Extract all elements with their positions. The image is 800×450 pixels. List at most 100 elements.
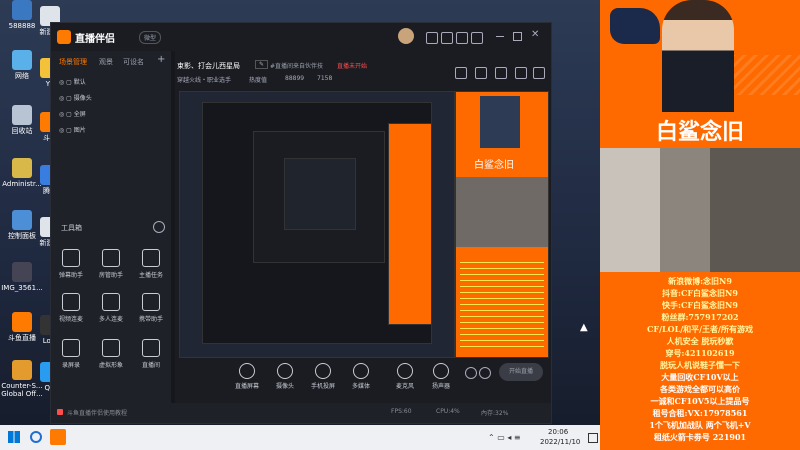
tool-avatar[interactable]: 虚拟形象	[93, 339, 129, 369]
nested-window	[202, 102, 432, 344]
tab-other[interactable]: 可设名	[123, 57, 144, 67]
live-companion-window: 直播伴侣 微型 ✕ 场景管理 观景 可设名 + ◎ ▢ 默认 ◎ ▢ 摄像头 ◎…	[50, 22, 552, 424]
button-label: 麦克风	[395, 383, 414, 390]
screen-capture-button[interactable]: 直播屏幕	[229, 363, 265, 390]
fps-stat: FPS:60	[391, 408, 412, 415]
video-link-icon	[62, 293, 80, 311]
tab-scenes[interactable]: 场景管理	[59, 57, 87, 67]
mouse-cursor-icon: ▲	[580, 322, 588, 333]
camera-overlay: 白鲨念旧	[455, 91, 549, 358]
scene-item[interactable]: ◎ ▢ 默认	[59, 77, 86, 86]
media-button[interactable]: 多媒体	[343, 363, 379, 390]
fullscreen-icon[interactable]	[495, 67, 507, 79]
info-line: 抖音:CF白鲨念旧N9	[662, 288, 738, 298]
button-label: 直播屏幕	[234, 383, 259, 390]
avatar-tool-icon	[102, 339, 120, 357]
speaker-button[interactable]: 扬声器	[423, 363, 459, 390]
desktop-icon-label: 网络	[15, 72, 29, 80]
microphone-button[interactable]: 麦克风	[387, 363, 423, 390]
button-label: 扬声器	[431, 383, 450, 390]
version-badge[interactable]: 微型	[139, 31, 162, 44]
desktop-icon[interactable]: IMG_3561...	[0, 262, 44, 292]
monitor-icon	[239, 363, 255, 379]
tool-room[interactable]: 直播间	[133, 339, 169, 369]
tool-label: 录屏录	[61, 362, 80, 369]
tool-helper[interactable]: 携带助手	[133, 293, 169, 323]
edit-button[interactable]: ✎	[255, 60, 269, 69]
info-line: 粉丝群:757917202	[661, 312, 739, 322]
layout-icon[interactable]	[455, 67, 467, 79]
mail-icon[interactable]	[456, 32, 468, 44]
minimize-icon[interactable]	[496, 36, 504, 37]
settings-icon[interactable]	[479, 367, 491, 379]
info-text	[460, 257, 544, 352]
info-line: 租纸火箭卡劵号 221901	[653, 432, 747, 442]
nested-window	[284, 158, 356, 230]
tray-icons[interactable]: ⌃ ▭ ◂ ≡	[488, 433, 521, 442]
notification-icon[interactable]	[515, 67, 527, 79]
microphone-icon	[397, 363, 413, 379]
info-line: 一诚和CF10V5以上提品号	[650, 396, 750, 406]
room-admin-icon	[102, 249, 120, 267]
app-logo-icon	[57, 30, 71, 44]
tool-label: 主播任务	[138, 272, 163, 279]
image-file-icon	[12, 262, 32, 282]
stream-title[interactable]: 束影、打会儿西星局	[177, 61, 240, 71]
add-scene-icon[interactable]: +	[157, 54, 165, 65]
tutorial-link[interactable]: 斗鱼直播伴侣使用教程	[67, 408, 127, 417]
stream-tag[interactable]: #直播间来自伙伴技	[270, 61, 323, 70]
info-line: 大量回收CF10V以上	[661, 372, 739, 382]
left-panel: 场景管理 观景 可设名 + ◎ ▢ 默认 ◎ ▢ 摄像头 ◎ ▢ 全屏 ◎ ▢ …	[51, 51, 171, 403]
cpu-stat: CPU:4%	[436, 408, 460, 415]
phone-cast-button[interactable]: 手机投屏	[305, 363, 341, 390]
streamer-photo	[662, 0, 734, 112]
helper-icon	[142, 293, 160, 311]
start-live-button[interactable]: 开始直播	[499, 363, 543, 381]
record-icon[interactable]	[465, 367, 477, 379]
menu-icon[interactable]	[471, 32, 483, 44]
button-label: 多媒体	[351, 383, 370, 390]
status-icon	[57, 409, 63, 415]
tool-room-admin[interactable]: 房管助手	[93, 249, 129, 279]
button-label: 摄像头	[275, 383, 294, 390]
tool-label: 视频连麦	[58, 316, 83, 323]
tool-danmu[interactable]: 弹幕助手	[53, 249, 89, 279]
scene-item[interactable]: ◎ ▢ 摄像头	[59, 93, 92, 102]
avatar[interactable]	[398, 28, 414, 44]
tool-video-link[interactable]: 视频连麦	[53, 293, 89, 323]
gift-icon[interactable]	[441, 32, 453, 44]
shark-logo	[610, 8, 660, 44]
clock-date[interactable]: 2022/11/10	[540, 438, 580, 446]
info-line: 新浪微博:念旧N9	[668, 276, 732, 286]
close-icon[interactable]: ✕	[531, 29, 539, 40]
tasks-icon	[142, 249, 160, 267]
tool-multi-link[interactable]: 多人连麦	[93, 293, 129, 323]
taskbar-app-icon[interactable]	[50, 429, 66, 445]
stat-value: 7158	[317, 75, 333, 82]
stream-status: 直播未开始	[337, 63, 368, 70]
tool-record[interactable]: 录屏录	[53, 339, 89, 369]
clock-time[interactable]: 20:06	[548, 428, 568, 436]
tool-label: 弹幕助手	[58, 272, 83, 279]
tool-label: 多人连麦	[98, 316, 123, 323]
notification-icon[interactable]	[588, 433, 598, 443]
scene-item[interactable]: ◎ ▢ 全屏	[59, 109, 86, 118]
scene-item[interactable]: ◎ ▢ 图片	[59, 125, 86, 134]
toolbox-more-icon[interactable]	[153, 221, 165, 233]
scene-label: 摄像头	[73, 95, 92, 102]
info-line: 租号合租:VX:17978561	[652, 408, 748, 418]
tool-tasks[interactable]: 主播任务	[133, 249, 169, 279]
headset-icon[interactable]	[426, 32, 438, 44]
windows-logo-icon[interactable]	[8, 431, 20, 443]
stream-category[interactable]: 穿越火线・职业选手	[177, 75, 231, 84]
share-icon[interactable]	[533, 67, 545, 79]
media-icon	[353, 363, 369, 379]
tab-view[interactable]: 观景	[99, 57, 113, 67]
camera-button[interactable]: 摄像头	[267, 363, 303, 390]
search-icon[interactable]	[30, 431, 42, 443]
taskbar: ⌃ ▭ ◂ ≡ 20:06 2022/11/10	[0, 425, 600, 450]
maximize-icon[interactable]	[513, 32, 522, 41]
phone-icon	[315, 363, 331, 379]
lock-icon[interactable]	[475, 67, 487, 79]
info-line: 快手:CF白鲨念旧N9	[662, 300, 738, 310]
